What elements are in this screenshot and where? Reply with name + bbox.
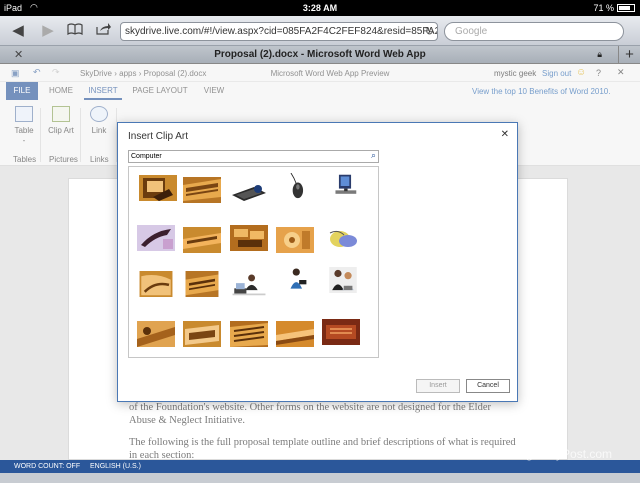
clip-art-thumbnail[interactable] [137, 225, 175, 251]
reload-icon[interactable]: ↻ [425, 25, 434, 38]
insert-clip-art-dialog: Insert Clip Art ✕ Computer ⌕ Insert Canc… [117, 122, 518, 402]
battery-icon [617, 4, 635, 12]
clip-art-thumbnail[interactable] [183, 227, 221, 253]
cancel-button[interactable]: Cancel [466, 379, 510, 393]
browser-toolbar: ◀ ▶ skydrive.live.com/#!/view.aspx?cid=0… [0, 16, 640, 46]
clip-art-thumbnail[interactable] [322, 319, 360, 345]
word-count-status[interactable]: WORD COUNT: OFF [14, 460, 80, 473]
clip-art-thumbnail[interactable] [324, 225, 362, 251]
clip-art-thumbnail[interactable] [230, 179, 268, 205]
address-bar[interactable]: skydrive.live.com/#!/view.aspx?cid=085FA… [120, 22, 438, 41]
clip-art-thumbnail[interactable] [278, 267, 316, 293]
clip-art-thumbnail[interactable] [183, 177, 221, 203]
browser-tab-bar: ✕ Proposal (2).docx - Microsoft Word Web… [0, 46, 640, 64]
search-placeholder: Google [455, 26, 488, 37]
battery-percent: 71 % [593, 3, 614, 13]
bookmarks-icon[interactable] [65, 22, 85, 40]
clip-art-thumbnail[interactable] [276, 321, 314, 347]
clip-art-search-input[interactable]: Computer ⌕ [128, 150, 379, 163]
insert-button[interactable]: Insert [416, 379, 460, 393]
forward-button[interactable]: ▶ [38, 22, 58, 40]
clip-art-results[interactable] [128, 166, 379, 358]
clock: 3:28 AM [302, 3, 338, 13]
clip-art-search-value: Computer [131, 153, 162, 160]
bottom-strip [0, 473, 640, 483]
tab-title[interactable]: Proposal (2).docx - Microsoft Word Web A… [0, 49, 640, 60]
dialog-close-icon[interactable]: ✕ [501, 129, 509, 140]
new-tab-button[interactable]: + [618, 46, 640, 64]
clip-art-thumbnail[interactable] [276, 227, 314, 253]
clip-art-thumbnail[interactable] [230, 225, 268, 251]
ios-status-bar: iPad ◠ 3:28 AM 71 % [0, 0, 640, 16]
lock-icon: 🔒︎ [597, 49, 602, 59]
clip-art-thumbnail[interactable] [139, 175, 177, 201]
language-status[interactable]: ENGLISH (U.S.) [90, 460, 141, 473]
share-icon[interactable] [94, 22, 114, 40]
clip-art-thumbnail[interactable] [326, 173, 364, 199]
url-text: skydrive.live.com/#!/view.aspx?cid=085FA… [125, 26, 438, 37]
clip-art-thumbnail[interactable] [278, 173, 316, 199]
clip-art-thumbnail[interactable] [183, 321, 221, 347]
dialog-title: Insert Clip Art [128, 131, 189, 142]
clip-art-thumbnail[interactable] [324, 267, 362, 293]
clip-art-thumbnail[interactable] [137, 271, 175, 297]
search-icon[interactable]: ⌕ [371, 150, 376, 161]
clip-art-thumbnail[interactable] [230, 321, 268, 347]
word-status-bar: WORD COUNT: OFF ENGLISH (U.S.) [0, 460, 640, 473]
clip-art-thumbnail[interactable] [230, 271, 268, 297]
search-input[interactable]: Google [444, 22, 624, 41]
clip-art-thumbnail[interactable] [183, 271, 221, 297]
clip-art-thumbnail[interactable] [137, 321, 175, 347]
back-button[interactable]: ◀ [8, 22, 28, 40]
